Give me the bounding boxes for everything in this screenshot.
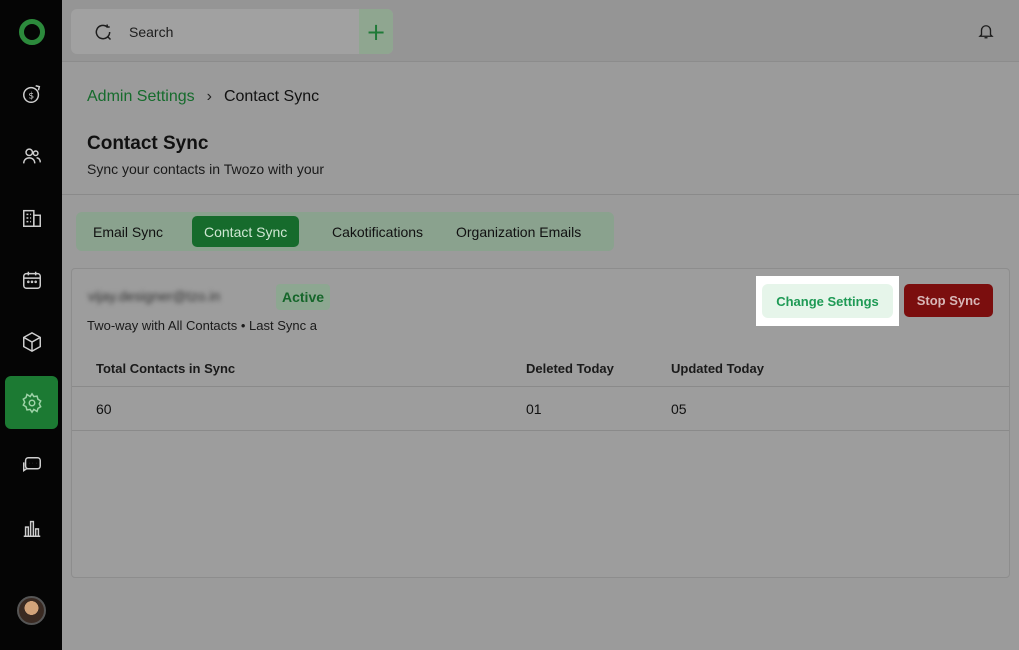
companies-icon[interactable]: [5, 191, 58, 244]
sync-meta: Two-way with All Contacts • Last Sync a: [87, 318, 317, 333]
add-button[interactable]: +: [359, 9, 393, 54]
change-settings-button[interactable]: Change Settings: [762, 284, 893, 318]
tabs: Email Sync Contact Sync Cakotifications …: [76, 212, 614, 251]
breadcrumb-chevron-icon: ›: [206, 88, 212, 105]
table-cell-deleted: 01: [526, 401, 542, 417]
breadcrumb-admin-settings[interactable]: Admin Settings: [87, 88, 195, 106]
user-avatar[interactable]: [17, 596, 46, 625]
app-logo[interactable]: [19, 19, 45, 45]
breadcrumb-current: Contact Sync: [223, 88, 320, 105]
tab-email-sync[interactable]: Email Sync: [81, 216, 175, 247]
reports-icon[interactable]: [5, 501, 58, 554]
table-header-updated: Updated Today: [671, 361, 764, 376]
sync-account-email: vijay.designer@tzo.in: [88, 288, 221, 304]
notification-bell-icon[interactable]: [977, 22, 995, 40]
search-bar[interactable]: Search +: [71, 9, 393, 54]
products-icon[interactable]: [5, 315, 58, 368]
page-title: Contact Sync: [87, 133, 209, 154]
tab-contact-sync[interactable]: Contact Sync: [192, 216, 300, 247]
page-subtitle: Sync your contacts in Twozo with your: [87, 161, 325, 177]
tab-organization-emails[interactable]: Organization Emails: [444, 216, 593, 247]
contacts-icon[interactable]: [5, 129, 58, 182]
table-header-total: Total Contacts in Sync: [96, 361, 236, 376]
calendar-icon[interactable]: [5, 253, 58, 306]
divider: [62, 194, 1019, 195]
tab-notifications[interactable]: Cakotifications: [320, 216, 435, 247]
search-input[interactable]: Search: [129, 24, 173, 40]
table-cell-updated: 05: [671, 401, 687, 417]
table-row-divider: [72, 430, 1009, 431]
status-badge: Active: [276, 284, 331, 310]
stop-sync-button[interactable]: Stop Sync: [904, 284, 993, 317]
topbar: Search +: [62, 0, 1019, 62]
search-icon: [95, 24, 112, 40]
table-cell-total: 60: [96, 401, 112, 417]
chat-icon[interactable]: [5, 439, 58, 492]
table-header-divider: [72, 386, 1009, 387]
breadcrumb: Admin Settings › Contact Sync: [87, 88, 319, 106]
settings-icon[interactable]: [5, 376, 58, 429]
sidebar: $: [0, 0, 62, 650]
deals-icon[interactable]: $: [5, 67, 58, 120]
table-header-deleted: Deleted Today: [526, 361, 614, 376]
svg-text:$: $: [28, 90, 34, 101]
